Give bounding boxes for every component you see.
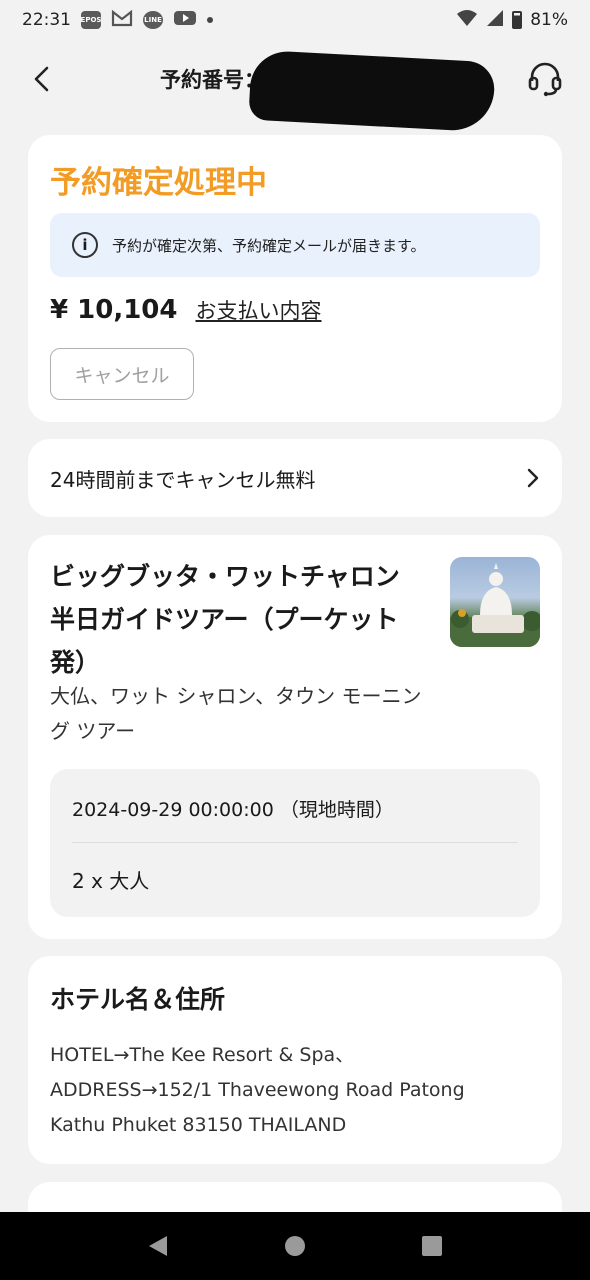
wifi-icon (456, 9, 478, 32)
info-icon: i (72, 232, 98, 258)
total-price: ¥ 10,104 (50, 295, 178, 325)
battery-percent: 81% (530, 10, 568, 30)
status-bar: 22:31 EPOS LINE 81% (0, 0, 590, 40)
booking-status-card: 予約確定処理中 i 予約が確定次第、予約確定メールが届きます。 ¥ 10,104… (28, 135, 562, 422)
buddha-statue-image (450, 563, 540, 647)
tour-title[interactable]: ビッグブッタ・ワットチャロン 半日ガイドツアー（プーケット発） (50, 555, 420, 684)
chevron-left-icon (34, 66, 49, 92)
hotel-line-3: Kathu Phuket 83150 THAILAND (50, 1114, 347, 1136)
cancellation-policy-text: 24時間前までキャンセル無料 (50, 467, 316, 492)
recents-square-icon (421, 1236, 442, 1256)
nav-home-button[interactable] (275, 1226, 315, 1266)
tour-subtitle: 大仏、ワット シャロン、タウン モーニング ツアー (50, 684, 422, 743)
hotel-line-2: ADDRESS→152/1 Thaveewong Road Patong (50, 1079, 465, 1101)
line-icon: LINE (143, 11, 163, 29)
info-banner: i 予約が確定次第、予約確定メールが届きます。 (50, 213, 540, 277)
hotel-heading: ホテル名＆住所 (50, 985, 226, 1014)
tour-thumbnail[interactable] (450, 557, 540, 647)
gmail-icon (111, 9, 133, 32)
system-nav-bar (0, 1212, 590, 1280)
support-button[interactable] (526, 60, 564, 98)
nav-back-button[interactable] (138, 1226, 178, 1266)
hotel-address: HOTEL→The Kee Resort & Spa、 ADDRESS→152/… (50, 1038, 550, 1143)
signal-icon (486, 9, 504, 32)
nav-recents-button[interactable] (412, 1226, 452, 1266)
hotel-line-1: HOTEL→The Kee Resort & Spa、 (50, 1044, 355, 1066)
chevron-right-icon (527, 468, 539, 488)
info-message: 予約が確定次第、予約確定メールが届きます。 (112, 236, 426, 255)
divider (72, 842, 518, 843)
redaction-mark (248, 49, 496, 133)
hotel-card: ホテル名＆住所 HOTEL→The Kee Resort & Spa、 ADDR… (28, 956, 562, 1164)
tour-details-box: 2024-09-29 00:00:00 （現地時間） 2 x 大人 (50, 769, 540, 917)
cancellation-policy-row[interactable]: 24時間前までキャンセル無料 (28, 439, 562, 517)
price-row: ¥ 10,104 お支払い内容 (50, 295, 321, 325)
tour-date: 2024-09-29 00:00:00 （現地時間） (72, 799, 394, 821)
tour-card: ビッグブッタ・ワットチャロン 半日ガイドツアー（プーケット発） 大仏、ワット シ… (28, 535, 562, 939)
home-circle-icon (284, 1236, 305, 1256)
headset-icon (528, 62, 562, 97)
youtube-icon (173, 9, 197, 32)
back-button[interactable] (26, 64, 56, 94)
cancel-button[interactable]: キャンセル (50, 348, 194, 400)
status-left: 22:31 EPOS LINE (22, 9, 213, 32)
payment-details-link[interactable]: お支払い内容 (195, 295, 321, 325)
status-time: 22:31 (22, 10, 71, 30)
notification-dot (207, 17, 213, 23)
battery-icon (512, 11, 523, 29)
booking-status-title: 予約確定処理中 (50, 165, 267, 201)
status-right: 81% (456, 9, 568, 32)
epos-icon: EPOS (81, 11, 101, 29)
guest-count: 2 x 大人 (72, 869, 150, 893)
back-triangle-icon (149, 1236, 168, 1256)
